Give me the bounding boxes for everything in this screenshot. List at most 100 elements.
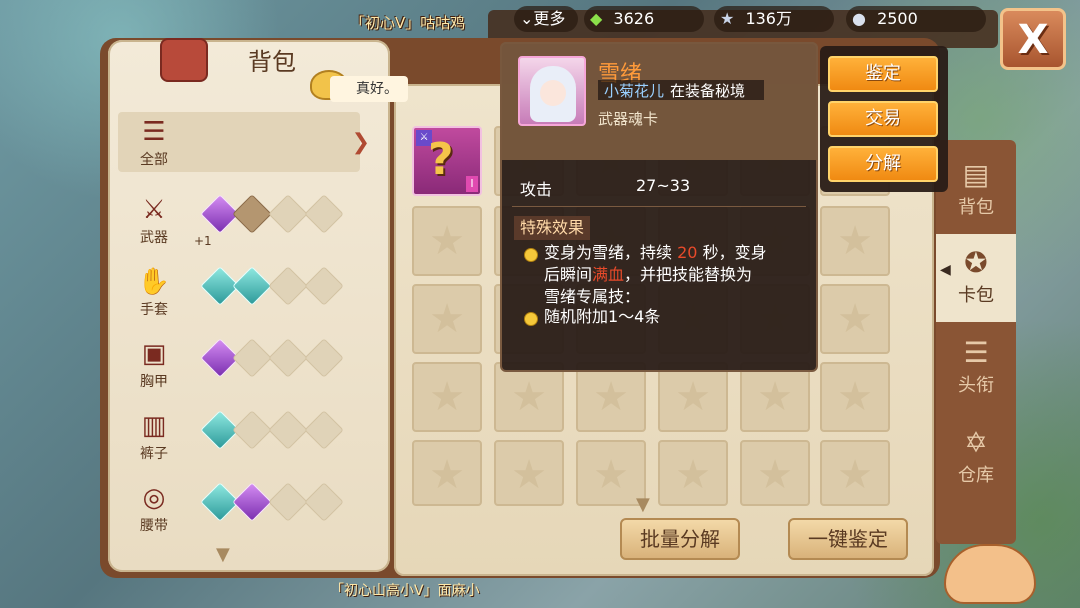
more-label: 更多 [533,9,566,28]
bullet-icon [524,312,538,326]
item-slot[interactable] [304,194,344,234]
pants-icon: ▥ [141,411,167,441]
hexagram-icon: ✡ [964,426,988,459]
category-label: 手套 [140,302,168,318]
bag-header: 背包 [160,34,320,82]
sword-icon: ⚔ [142,195,166,225]
nav-label: 仓库 [958,465,994,486]
item-slot[interactable] [232,338,272,378]
owner-location: 在装备秘境 [670,82,746,100]
category-label: 裤子 [140,446,168,462]
item-slot[interactable] [232,410,272,450]
item-slot[interactable] [268,266,308,306]
empty-item-cell[interactable] [658,362,728,432]
gem-counter: ◆ 3626 [584,6,704,32]
empty-item-cell[interactable] [412,362,482,432]
effect-highlight: 满血 [592,265,625,284]
category-chest[interactable]: ▣ 胸甲 [118,334,360,394]
category-label: 胸甲 [140,374,168,390]
soul-card-item[interactable]: ⚔ ? I [412,126,482,196]
empty-item-cell[interactable] [494,362,564,432]
chat-bubble: 真好。 [330,76,408,102]
appraise-button[interactable]: 鉴定 [828,56,938,92]
bag-icon: ▤ [962,158,990,191]
shell-counter: ● 2500 [846,6,986,32]
item-slot[interactable] [304,266,344,306]
item-slot[interactable] [232,194,272,234]
category-pants[interactable]: ▥ 裤子 [118,406,360,466]
item-slot[interactable] [304,338,344,378]
empty-item-cell[interactable] [740,362,810,432]
empty-item-cell[interactable] [740,440,810,506]
player-name-top: 「初心V」咕咕鸡 [350,14,466,32]
effect-text: 变身为雪绪，持续 [544,243,673,262]
bag-icon [160,38,208,82]
card-rank: I [466,176,478,192]
player-name-bottom: 「初心山高小V」面麻小 [330,583,480,599]
item-slot[interactable] [232,482,272,522]
attr-label: 攻击 [520,180,553,199]
gem-value: 3626 [613,9,655,28]
empty-item-cell[interactable] [576,362,646,432]
star-counter: ★ 136万 [714,6,834,32]
batch-decompose-button[interactable]: 批量分解 [620,518,740,560]
portrait-face [540,80,566,106]
item-slot[interactable] [232,266,272,306]
divider [512,206,806,207]
item-slot[interactable] [304,410,344,450]
grid-scroll-down-icon[interactable]: ▼ [636,494,650,515]
card-portrait [518,56,586,126]
nav-title[interactable]: ☰ 头衔 [936,324,1016,412]
empty-item-cell[interactable] [412,284,482,354]
nav-label: 头衔 [958,375,994,396]
empty-item-cell[interactable] [658,440,728,506]
armor-icon: ▣ [141,339,167,369]
one-click-appraise-button[interactable]: 一键鉴定 [788,518,908,560]
effect-text: 雪绪专属技： [544,287,641,306]
item-slot[interactable] [268,410,308,450]
category-label: 武器 [140,230,168,246]
category-all[interactable]: ☰ 全部 ❯ [118,112,370,172]
effect-text: 秒，变身 [702,243,767,262]
nav-cardpack[interactable]: ✪ 卡包 [936,234,1016,322]
bag-title: 背包 [248,48,296,76]
pet-mascot[interactable] [944,544,1036,604]
star-icon: ★ [720,9,735,28]
nav-label: 卡包 [958,285,994,306]
item-slot[interactable] [268,482,308,522]
shell-icon: ● [852,9,866,28]
nav-bag[interactable]: ▤ 背包 [936,146,1016,234]
owner-name: 小菊花儿 [604,82,665,100]
scroll-icon: ☰ [963,336,989,369]
decompose-button[interactable]: 分解 [828,146,938,182]
trade-button[interactable]: 交易 [828,101,938,137]
item-slot[interactable] [268,194,308,234]
item-slot[interactable] [304,482,344,522]
empty-item-cell[interactable] [820,362,890,432]
shell-value: 2500 [877,9,918,28]
empty-item-cell[interactable] [412,440,482,506]
item-type: 武器魂卡 [598,110,659,128]
empty-item-cell[interactable] [820,440,890,506]
list-icon: ☰ [142,117,166,147]
empty-item-cell[interactable] [494,440,564,506]
attr-value: 27~33 [636,176,691,195]
glove-icon: ✋ [137,267,171,297]
close-button[interactable]: X [1000,8,1066,70]
category-label: 全部 [140,152,168,168]
category-gloves[interactable]: ✋ 手套 [118,262,360,322]
bullet-icon [524,248,538,262]
extra-count: +1 [194,234,212,248]
empty-item-cell[interactable] [820,206,890,276]
category-belt[interactable]: ◎ 腰带 [118,478,360,538]
nav-warehouse[interactable]: ✡ 仓库 [936,414,1016,502]
scroll-down-icon[interactable]: ▼ [216,544,230,565]
empty-item-cell[interactable] [412,206,482,276]
more-button[interactable]: ⌄更多 [514,6,578,32]
chevron-down-icon: ⌄ [520,9,534,28]
category-weapon[interactable]: ⚔ 武器 +1 [118,190,360,250]
special-effect-title: 特殊效果 [514,216,591,240]
empty-item-cell[interactable] [820,284,890,354]
nav-label: 背包 [958,197,994,218]
item-slot[interactable] [268,338,308,378]
